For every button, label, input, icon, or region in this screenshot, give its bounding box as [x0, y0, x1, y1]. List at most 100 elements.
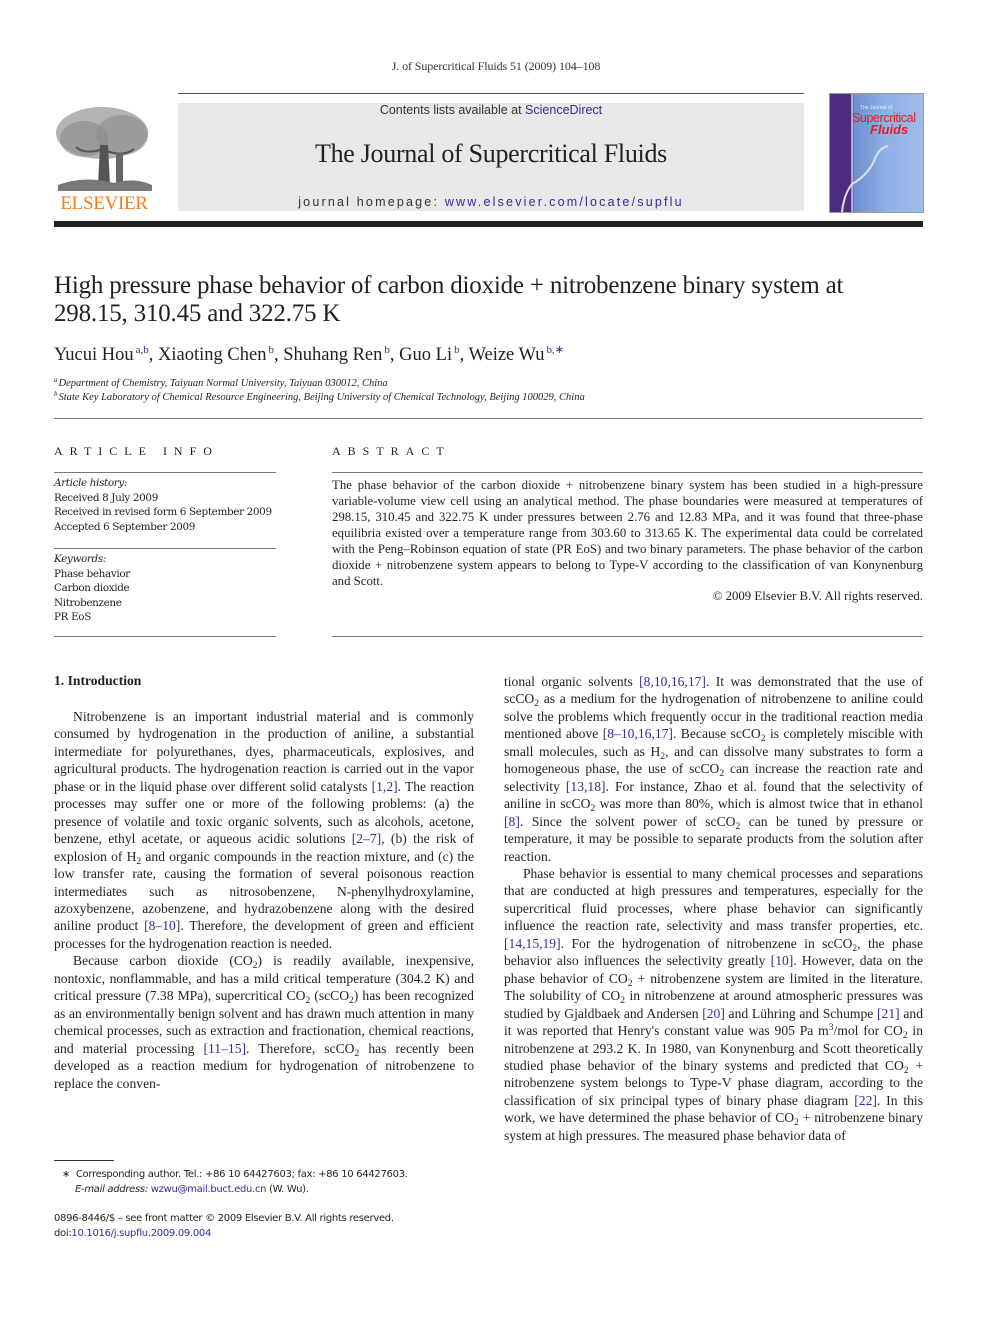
corresponding-text: Corresponding author. Tel.: +86 10 64427… [75, 1169, 408, 1180]
superscript: 3 [828, 1023, 834, 1034]
intro-paragraph-2: Because carbon dioxide (CO2) is readily … [54, 953, 474, 1091]
citation-link[interactable]: [8] [504, 814, 520, 829]
citation-link[interactable]: [21] [877, 1006, 900, 1021]
email-label: E-mail address: [75, 1184, 151, 1195]
subscript: 2 [660, 751, 666, 762]
keyword: Carbon dioxide [54, 582, 130, 595]
elsevier-wordmark: ELSEVIER [60, 193, 148, 214]
author[interactable]: Weize Wu b,∗ [469, 344, 564, 365]
citation-link[interactable]: [8–10,16,17] [603, 726, 673, 741]
affiliation-marker[interactable]: b [384, 344, 390, 356]
subscript: 2 [627, 978, 633, 989]
keywords: Keywords: Phase behavior Carbon dioxide … [54, 552, 284, 625]
subscript: 2 [252, 961, 258, 972]
citation-link[interactable]: [8,10,16,17] [639, 674, 706, 689]
citation-link[interactable]: [13,18] [566, 779, 606, 794]
email-link[interactable]: wzwu@mail.buct.edu.cn [151, 1184, 267, 1195]
elsevier-logo[interactable]: ELSEVIER [54, 105, 154, 215]
body-column-right: tional organic solvents [8,10,16,17]. It… [504, 673, 923, 1198]
footnote-mark: ∗ [62, 1169, 71, 1180]
citation-link[interactable]: [14,15,19] [504, 936, 561, 951]
citation-link[interactable]: [10] [771, 953, 794, 968]
abstract-bottom-rule [332, 636, 923, 637]
article-title-line1: High pressure phase behavior of carbon d… [54, 272, 844, 299]
author[interactable]: Yucui Hou a,b [54, 344, 149, 365]
history-received: Received 8 July 2009 [54, 491, 158, 504]
front-matter: 0896-8446/$ – see front matter © 2009 El… [54, 1211, 484, 1241]
homepage-line: journal homepage: www.elsevier.com/locat… [178, 195, 804, 209]
subscript: 2 [590, 804, 596, 815]
body-column-left: Nitrobenzene is an important industrial … [54, 708, 474, 1128]
article-title-line2: 298.15, 310.45 and 322.75 K [54, 300, 341, 327]
homepage-link[interactable]: www.elsevier.com/locate/supflu [445, 195, 684, 209]
citation-link[interactable]: [1,2] [372, 779, 398, 794]
journal-title: The Journal of Supercritical Fluids [315, 139, 667, 168]
subscript: 2 [354, 1048, 360, 1059]
citation-link[interactable]: [22] [854, 1093, 877, 1108]
issn-line: 0896-8446/$ – see front matter © 2009 El… [54, 1213, 394, 1224]
subscript: 2 [760, 734, 766, 745]
affiliation-rule [54, 418, 923, 419]
keyword: Phase behavior [54, 567, 130, 580]
elsevier-tree-icon [56, 107, 152, 191]
article-info-bottom-rule [54, 636, 276, 637]
affiliation-marker[interactable]: b [268, 344, 274, 356]
keyword: Nitrobenzene [54, 596, 122, 609]
contents-prefix: Contents lists available at [379, 103, 526, 117]
author[interactable]: Guo Li b [399, 344, 460, 365]
citation-link[interactable]: [20] [702, 1006, 725, 1021]
article-history-label: Article history: [54, 477, 128, 489]
subscript: 2 [852, 943, 858, 954]
section-heading-introduction: 1. Introduction [54, 673, 142, 688]
abstract-heading: ABSTRACT [332, 444, 451, 458]
footnote-rule [54, 1160, 114, 1161]
subscript: 2 [902, 1031, 908, 1042]
cover-graphic-icon [841, 94, 889, 212]
article-title: High pressure phase behavior of carbon d… [54, 272, 934, 328]
article-info-heading: ARTICLE INFO [54, 444, 219, 458]
intro-paragraph-1: Nitrobenzene is an important industrial … [54, 709, 474, 951]
masthead-rule [54, 221, 923, 227]
subscript: 2 [305, 996, 311, 1007]
subscript: 2 [136, 856, 142, 867]
affiliation-a: aDepartment of Chemistry, Taiyuan Normal… [54, 376, 388, 389]
article-info-rule [54, 472, 276, 473]
author-list: Yucui Hou a,b, Xiaoting Chen b, Shuhang Re… [54, 344, 564, 365]
doi-prefix: doi: [54, 1228, 72, 1239]
masthead-top-rule [178, 93, 804, 94]
subscript: 2 [794, 1118, 799, 1129]
subscript: 2 [620, 996, 625, 1007]
homepage-prefix: journal homepage: [298, 195, 445, 209]
author[interactable]: Shuhang Ren b [283, 344, 390, 365]
abstract-rule [332, 472, 923, 473]
article-history: Article history: Received 8 July 2009 Re… [54, 476, 284, 534]
contents-line: Contents lists available at ScienceDirec… [178, 103, 804, 117]
history-revised: Received in revised form 6 September 200… [54, 506, 272, 519]
keywords-rule [54, 548, 276, 549]
abstract-body: The phase behavior of the carbon dioxide… [332, 478, 923, 588]
abstract-copyright: © 2009 Elsevier B.V. All rights reserved… [712, 589, 923, 603]
citation-link[interactable]: [8–10] [144, 918, 180, 933]
running-head: J. of Supercritical Fluids 51 (2009) 104… [391, 59, 601, 73]
journal-cover-thumbnail[interactable]: The Journal of Supercritical Fluids [829, 93, 924, 213]
subscript: 2 [903, 1065, 909, 1076]
keyword: PR EoS [54, 611, 91, 624]
intro-paragraph-2-continued: tional organic solvents [8,10,16,17]. It… [504, 674, 923, 864]
author[interactable]: Xiaoting Chen b [158, 344, 274, 365]
affiliation-b: bState Key Laboratory of Chemical Resour… [54, 390, 585, 403]
citation-link[interactable]: [2–7] [352, 831, 381, 846]
citation-link[interactable]: [11–15] [203, 1041, 246, 1056]
affiliation-marker[interactable]: a,b [136, 344, 149, 356]
corresponding-author-footnote: ∗ Corresponding author. Tel.: +86 10 644… [62, 1167, 482, 1197]
subscript: 2 [719, 769, 725, 780]
affiliation-marker[interactable]: b [454, 344, 460, 356]
sciencedirect-link[interactable]: ScienceDirect [525, 103, 602, 117]
email-suffix: (W. Wu). [266, 1184, 309, 1195]
doi-link[interactable]: 10.1016/j.supflu.2009.09.004 [71, 1228, 211, 1239]
intro-paragraph-3: Phase behavior is essential to many chem… [504, 865, 923, 1143]
history-accepted: Accepted 6 September 2009 [54, 520, 195, 533]
subscript: 2 [534, 699, 539, 710]
keywords-label: Keywords: [54, 553, 106, 565]
affiliation-marker[interactable]: b,∗ [547, 344, 564, 356]
subscript: 2 [349, 996, 354, 1007]
